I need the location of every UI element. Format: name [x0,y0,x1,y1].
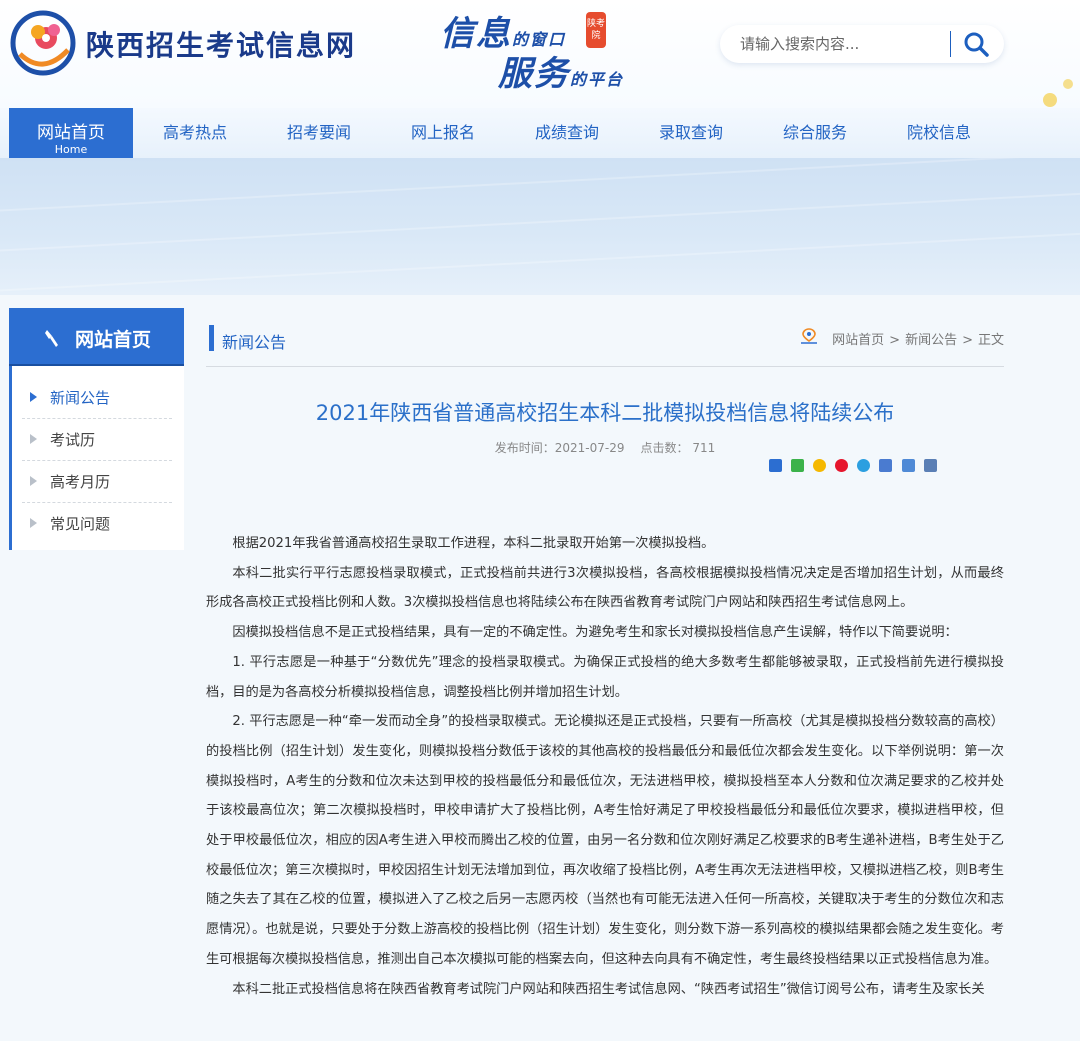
arrow-right-icon [30,392,37,402]
banner [0,158,1080,295]
nav-item-registration[interactable]: 网上报名 [381,108,505,158]
slogan-seal: 陕考院 [586,12,606,48]
weibo-icon[interactable] [835,459,849,472]
article-title: 2021年陕西省普通高校招生本科二批模拟投档信息将陆续公布 [315,401,895,425]
renren-icon[interactable] [879,459,893,472]
breadcrumb-separator: > [889,333,901,348]
site-logo-icon[interactable] [10,10,76,76]
article-paragraph: 1. 平行志愿是一种基于“分数优先”理念的投档录取模式。为确保正式投档的绝大多数… [206,654,1004,700]
arrow-right-icon [30,518,37,528]
breadcrumb: 网站首页 > 新闻公告 > 正文 [801,328,1004,348]
nav-item-scores[interactable]: 成绩查询 [505,108,629,158]
nav-item-services[interactable]: 综合服务 [753,108,877,158]
divider [206,366,1004,367]
location-pin-icon [801,328,818,344]
wechat-icon[interactable] [791,459,805,472]
sidebar-list: 新闻公告 考试历 高考月历 常见问题 [9,366,184,550]
breadcrumb-separator: > [962,333,973,348]
print-icon[interactable] [923,459,937,472]
nav-home-label: 网站首页 [37,123,105,143]
site-title[interactable]: 陕西招生考试信息网 [86,24,356,64]
arrow-right-icon [30,434,37,444]
views-count: 711 [692,441,716,455]
sidebar-item-gaokao-calendar[interactable]: 高考月历 [22,461,172,503]
sidebar-item-faq[interactable]: 常见问题 [22,503,172,545]
nav-item-colleges[interactable]: 院校信息 [877,108,1001,158]
article-meta: 发布时间：2021-07-29 点击数： 711 [206,439,1004,456]
arrow-right-icon [30,476,37,486]
views-label: 点击数： [640,441,689,455]
search-icon[interactable] [962,31,990,57]
article-body: 根据2021年我省普通高校招生录取工作进程，本科二批录取开始第一次模拟投档。 本… [206,529,1004,1004]
sidebar-item-label: 考试历 [50,431,96,449]
search-input[interactable] [740,33,950,55]
tools-icon [45,330,58,347]
slogan-line2-big: 服务 [498,54,570,94]
sidebar-item-label: 高考月历 [50,473,111,491]
section-marker [209,325,214,351]
email-icon[interactable] [901,459,915,472]
page-bottom-strip [0,1041,1080,1047]
publish-date: 2021-07-29 [554,441,625,455]
nav-home-sublabel: Home [54,143,88,156]
site-header: 陕西招生考试信息网 信息的窗口 陕考院 服务的平台 [0,0,1080,160]
search-box [720,25,1004,63]
qzone-icon[interactable] [813,459,827,472]
sidebar-title: 网站首页 [75,329,152,351]
breadcrumb-home-link[interactable]: 网站首页 [832,333,884,348]
nav-item-news[interactable]: 招考要闻 [257,108,381,158]
nav-item-gaokao-hot[interactable]: 高考热点 [133,108,257,158]
sidebar-header[interactable]: 网站首页 [9,308,184,366]
slogan: 信息的窗口 陕考院 服务的平台 [440,6,640,94]
main-nav: 网站首页 Home 高考热点 招考要闻 网上报名 成绩查询 录取查询 综合服务 … [0,108,1080,158]
sidebar-item-news[interactable]: 新闻公告 [22,377,172,419]
share-more-icon[interactable] [769,459,782,472]
sidebar-item-label: 新闻公告 [50,389,111,407]
nav-item-home[interactable]: 网站首页 Home [9,108,133,158]
sidebar: 网站首页 新闻公告 考试历 高考月历 常见问题 [9,308,184,550]
publish-label: 发布时间： [494,441,555,455]
section-title: 新闻公告 [222,333,287,352]
search-divider [950,31,951,57]
breadcrumb-current: 正文 [977,333,1004,348]
nav-item-admission[interactable]: 录取查询 [629,108,753,158]
article-paragraph: 本科二批实行平行志愿投档录取模式，正式投档前共进行3次模拟投档，各高校根据模拟投… [206,565,1004,611]
article-paragraph: 本科二批正式投档信息将在陕西省教育考试院门户网站和陕西招生考试信息网、“陕西考试… [232,981,985,997]
breadcrumb-section-link[interactable]: 新闻公告 [905,333,957,348]
article-paragraph: 根据2021年我省普通高校招生录取工作进程，本科二批录取开始第一次模拟投档。 [232,536,715,551]
tencent-weibo-icon[interactable] [857,459,871,472]
article-paragraph: 2. 平行志愿是一种“牵一发而动全身”的投档录取模式。无论模拟还是正式投档，只要… [206,714,1004,967]
main-content: 新闻公告 网站首页 > 新闻公告 > 正文 2021年陕西省普通高校招生本科二批模拟投档… [206,308,1004,1047]
sidebar-item-label: 常见问题 [50,515,111,533]
slogan-line2-small: 的平台 [570,70,625,89]
share-bar [769,459,941,475]
sidebar-item-exam-calendar[interactable]: 考试历 [22,419,172,461]
article-paragraph: 因模拟投档信息不是正式投档结果，具有一定的不确定性。为避免考生和家长对模拟投档信… [232,625,958,641]
